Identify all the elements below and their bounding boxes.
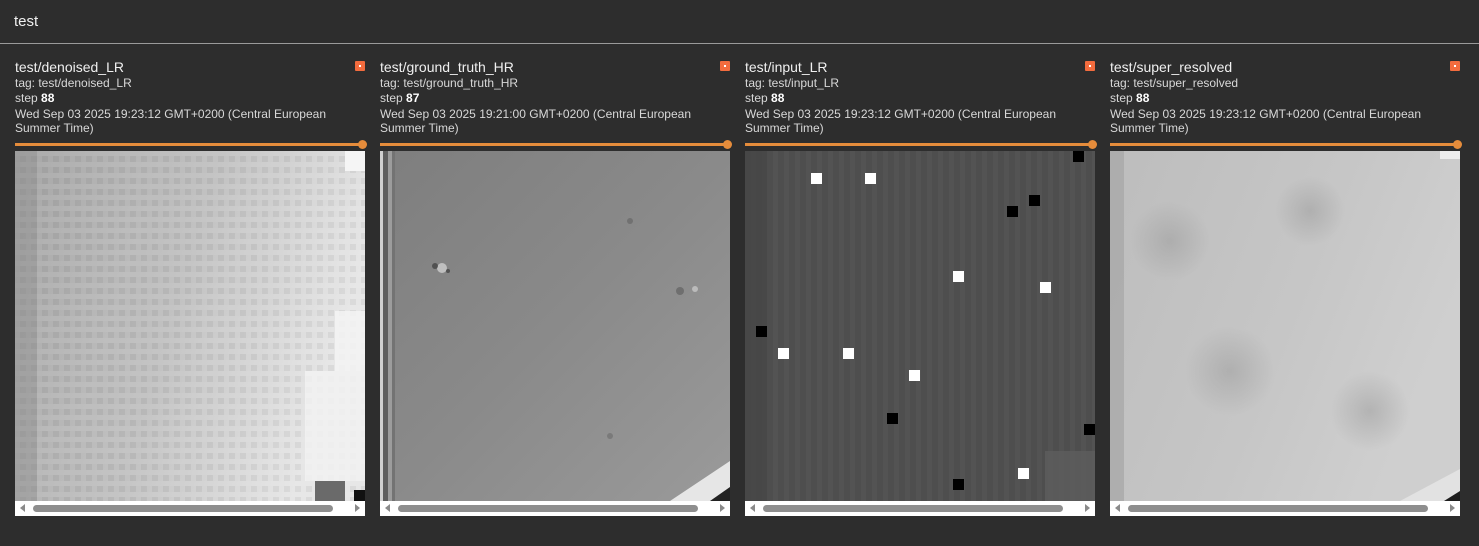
step-slider[interactable] [380,140,732,149]
scroll-right-icon[interactable] [1450,504,1455,512]
card-step: step 88 [1110,91,1149,105]
image-ground-truth-hr [380,151,730,501]
image-card-denoised-lr: test/denoised_LR tag: test/denoised_LR s… [15,57,367,517]
pin-icon[interactable] [1085,61,1095,71]
pin-icon[interactable] [1450,61,1460,71]
scrollbar-thumb[interactable] [398,505,698,512]
card-step: step 88 [15,91,54,105]
card-timestamp: Wed Sep 03 2025 19:23:12 GMT+0200 (Centr… [1110,107,1421,135]
step-label: step [745,91,768,105]
card-step: step 88 [745,91,784,105]
image-denoised-lr [15,151,365,501]
card-step: step 87 [380,91,419,105]
scroll-right-icon[interactable] [720,504,725,512]
scroll-left-icon[interactable] [385,504,390,512]
scrollbar-thumb[interactable] [763,505,1063,512]
group-title: test [14,13,39,30]
card-title: test/input_LR [745,59,828,75]
step-label: step [1110,91,1133,105]
scrollbar-thumb[interactable] [33,505,333,512]
card-tag: tag: test/denoised_LR [15,76,132,90]
card-title: test/denoised_LR [15,59,124,75]
step-slider[interactable] [15,140,367,149]
image-card-input-lr: test/input_LR tag: test/input_LR step 88… [745,57,1097,517]
pin-icon[interactable] [720,61,730,71]
card-timestamp: Wed Sep 03 2025 19:21:00 GMT+0200 (Centr… [380,107,691,135]
image-super-resolved [1110,151,1460,501]
card-title: test/ground_truth_HR [380,59,514,75]
horizontal-scrollbar[interactable] [380,501,730,516]
step-slider-thumb[interactable] [1453,140,1462,149]
step-label: step [15,91,38,105]
group-header: test [0,0,1479,44]
step-slider-thumb[interactable] [358,140,367,149]
card-timestamp: Wed Sep 03 2025 19:23:12 GMT+0200 (Centr… [745,107,1056,135]
step-label: step [380,91,403,105]
card-tag: tag: test/input_LR [745,76,840,90]
scrollbar-thumb[interactable] [1128,505,1428,512]
scroll-right-icon[interactable] [1085,504,1090,512]
scroll-left-icon[interactable] [1115,504,1120,512]
horizontal-scrollbar[interactable] [1110,501,1460,516]
card-timestamp: Wed Sep 03 2025 19:23:12 GMT+0200 (Centr… [15,107,326,135]
image-card-ground-truth-hr: test/ground_truth_HR tag: test/ground_tr… [380,57,732,517]
horizontal-scrollbar[interactable] [15,501,365,516]
scroll-left-icon[interactable] [20,504,25,512]
card-tag: tag: test/ground_truth_HR [380,76,519,90]
scroll-left-icon[interactable] [750,504,755,512]
scroll-right-icon[interactable] [355,504,360,512]
step-slider[interactable] [745,140,1097,149]
step-slider-thumb[interactable] [723,140,732,149]
step-value: 88 [1136,91,1150,105]
card-tag: tag: test/super_resolved [1110,76,1239,90]
card-title: test/super_resolved [1110,59,1233,75]
pin-icon[interactable] [355,61,365,71]
step-value: 88 [771,91,785,105]
horizontal-scrollbar[interactable] [745,501,1095,516]
step-value: 87 [406,91,420,105]
step-slider-thumb[interactable] [1088,140,1097,149]
image-input-lr [745,151,1095,501]
step-slider[interactable] [1110,140,1462,149]
image-card-super-resolved: test/super_resolved tag: test/super_reso… [1110,57,1462,517]
step-value: 88 [41,91,55,105]
